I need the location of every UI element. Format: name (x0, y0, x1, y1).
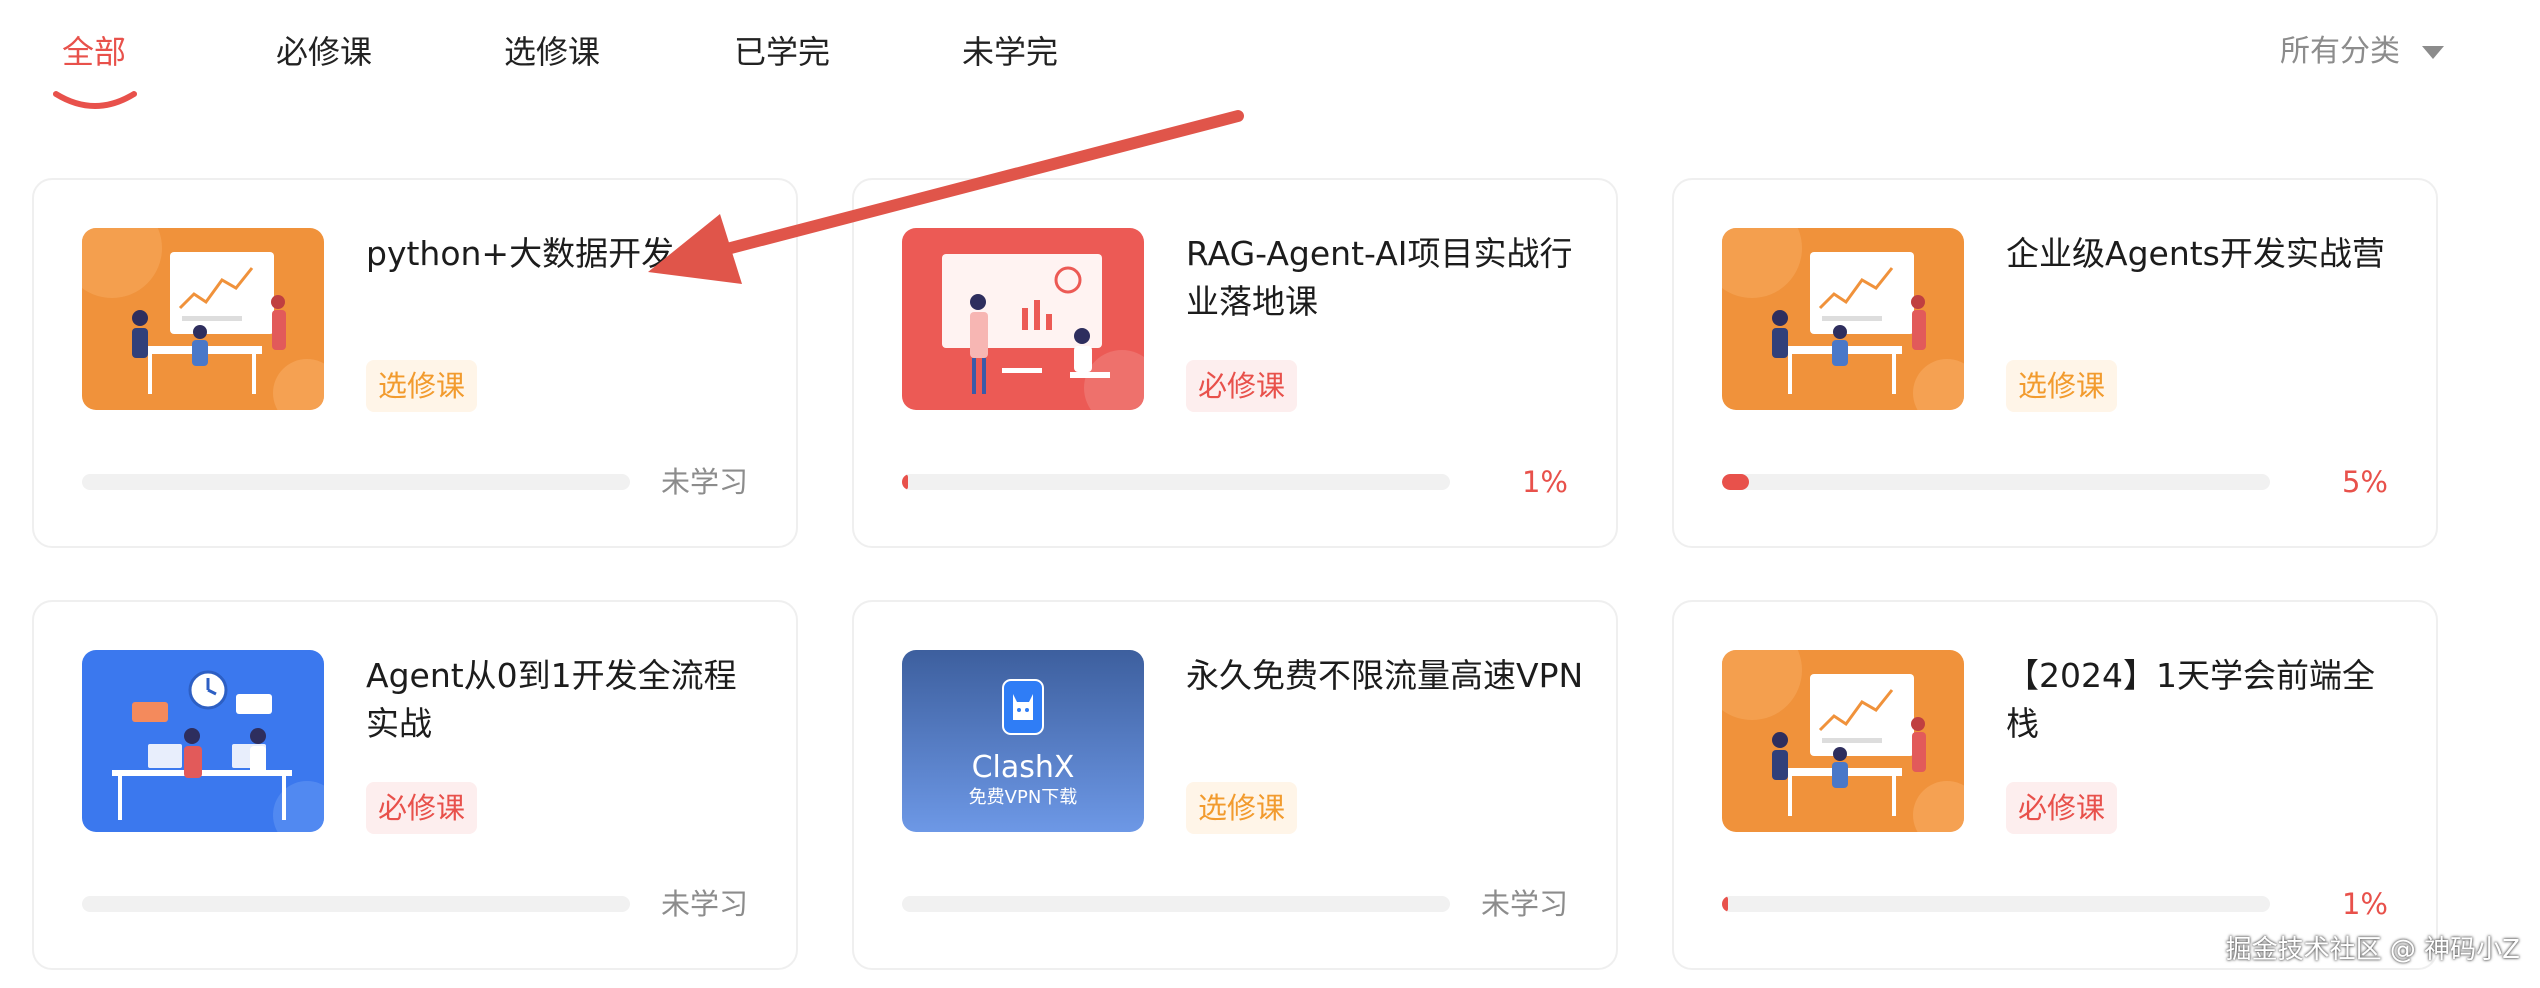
course-card[interactable]: RAG-Agent-AI项目实战行业落地课 必修课 1% (852, 178, 1618, 548)
active-tab-indicator (53, 91, 137, 109)
progress-percent: 5% (2341, 465, 2388, 499)
tab-elective[interactable]: 选修课 (504, 28, 600, 76)
course-thumbnail (82, 650, 324, 832)
category-filter-dropdown[interactable]: 所有分类 (2280, 28, 2444, 76)
course-tabs: 全部 必修课 选修课 已学完 未学完 所有分类 (0, 0, 2540, 120)
progress-bar (1722, 896, 2270, 912)
course-type-badge: 选修课 (2006, 360, 2118, 412)
course-thumbnail: ClashX 免费VPN下载 (902, 650, 1144, 832)
progress-percent: 1% (2341, 887, 2388, 921)
course-title: RAG-Agent-AI项目实战行业落地课 (1186, 234, 1573, 321)
course-title: python+大数据开发 (366, 234, 675, 273)
progress-fill (1722, 896, 1728, 912)
course-thumbnail (902, 228, 1144, 410)
course-thumbnail (1722, 228, 1964, 410)
course-card[interactable]: ClashX 免费VPN下载 永久免费不限流量高速VPN 选修课 未学习 (852, 600, 1618, 970)
progress-bar (902, 896, 1450, 912)
course-type-badge: 必修课 (2006, 782, 2118, 834)
course-card[interactable]: python+大数据开发 选修课 未学习 (32, 178, 798, 548)
progress-percent: 1% (1521, 465, 1568, 499)
course-title: 企业级Agents开发实战营 (2006, 234, 2385, 273)
progress-status: 未学习 (1480, 887, 1568, 921)
tab-completed[interactable]: 已学完 (734, 28, 830, 76)
course-type-badge: 选修课 (1186, 782, 1298, 834)
progress-fill (1722, 474, 1749, 490)
progress-fill (902, 474, 908, 490)
course-type-badge: 选修课 (366, 360, 478, 412)
progress-status: 未学习 (660, 465, 748, 499)
course-type-badge: 必修课 (366, 782, 478, 834)
course-type-badge: 必修课 (1186, 360, 1298, 412)
progress-bar (82, 896, 630, 912)
watermark: 掘金技术社区 @ 神码小Z (2225, 935, 2520, 965)
category-filter-label: 所有分类 (2280, 35, 2400, 68)
clashx-name: ClashX (971, 750, 1075, 785)
tab-all[interactable]: 全部 (62, 28, 126, 76)
caret-down-icon (2422, 45, 2444, 59)
course-card[interactable]: Agent从0到1开发全流程实战 必修课 未学习 (32, 600, 798, 970)
tab-required[interactable]: 必修课 (276, 28, 372, 76)
progress-bar (82, 474, 630, 490)
course-thumbnail (82, 228, 324, 410)
course-title: 【2024】1天学会前端全栈 (2006, 656, 2375, 743)
progress-bar (1722, 474, 2270, 490)
course-title: Agent从0到1开发全流程实战 (366, 656, 737, 743)
course-title: 永久免费不限流量高速VPN (1186, 656, 1584, 695)
course-thumbnail (1722, 650, 1964, 832)
course-card[interactable]: 企业级Agents开发实战营 选修课 5% (1672, 178, 2438, 548)
progress-bar (902, 474, 1450, 490)
progress-status: 未学习 (660, 887, 748, 921)
tab-unfinished[interactable]: 未学完 (962, 28, 1058, 76)
clashx-subtitle: 免费VPN下载 (968, 787, 1078, 808)
course-card[interactable]: 【2024】1天学会前端全栈 必修课 1% (1672, 600, 2438, 970)
